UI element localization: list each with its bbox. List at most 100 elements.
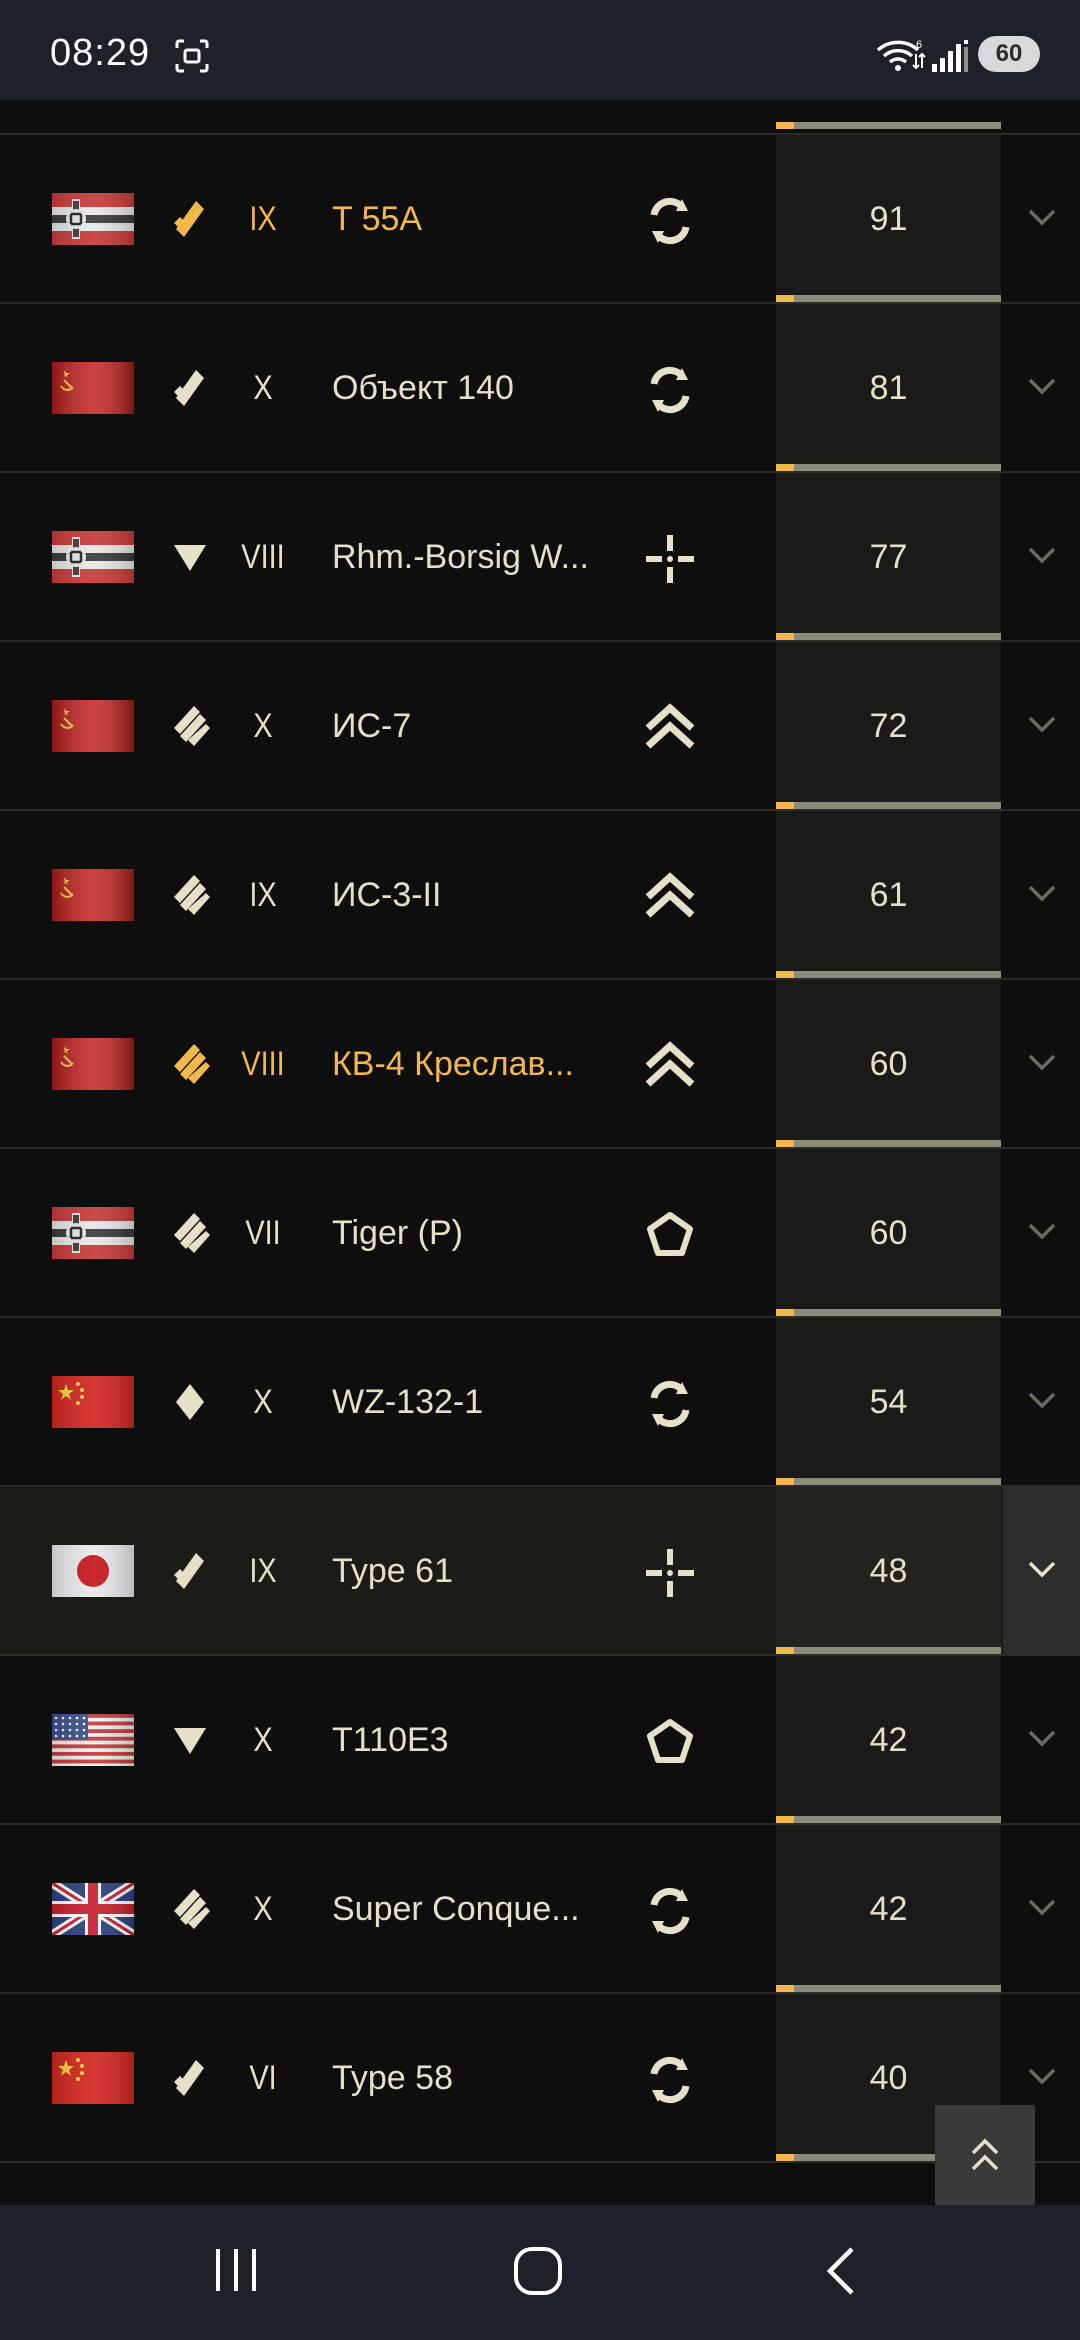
tier-label: VI (249, 2059, 277, 2097)
progress-bar (776, 1478, 1001, 1485)
chevron-down-icon (1028, 1223, 1056, 1240)
vehicle-name: Объект 140 (332, 369, 514, 407)
expand-button[interactable] (1003, 135, 1080, 302)
tier-label: X (253, 707, 273, 745)
expand-button[interactable] (1003, 1318, 1080, 1485)
heavy-tank-icon (168, 1042, 212, 1086)
score-value: 60 (869, 1045, 908, 1083)
vehicle-name: Type 58 (332, 2059, 453, 2097)
score-cell: 60 (776, 1149, 1001, 1316)
universal-role-icon (644, 364, 696, 416)
vehicle-name: ИС-3-II (332, 876, 442, 914)
list-top-edge (0, 100, 1080, 135)
chevron-down-icon (1028, 378, 1056, 395)
chevron-down-icon (1028, 1561, 1056, 1578)
chevron-down-icon (1028, 209, 1056, 226)
table-row[interactable]: IX T 55A 91 (0, 135, 1080, 304)
table-row[interactable]: VI Type 58 40 (0, 1994, 1080, 2163)
progress-fill (776, 633, 794, 640)
expand-button[interactable] (1003, 1487, 1080, 1654)
vehicle-name: T110E3 (332, 1721, 449, 1759)
score-cell: 60 (776, 980, 1001, 1147)
medium-tank-icon (168, 2056, 212, 2100)
double-chevron-up-icon (971, 2138, 999, 2171)
tier-label: IX (249, 1552, 277, 1590)
vehicle-name: Tiger (P) (332, 1214, 463, 1252)
heavy-tank-icon (168, 1211, 212, 1255)
chevron-down-icon (1028, 2068, 1056, 2085)
expand-button[interactable] (1003, 642, 1080, 809)
table-row[interactable]: IX ИС-3-II 61 (0, 811, 1080, 980)
vehicle-name: ИС-7 (332, 707, 412, 745)
scroll-to-top-button[interactable] (935, 2105, 1035, 2205)
tank-destroyer-icon (168, 1718, 212, 1762)
tier-label: IX (249, 200, 277, 238)
expand-button[interactable] (1003, 980, 1080, 1147)
heavy-tank-icon (168, 873, 212, 917)
flag-germany-icon (52, 531, 134, 583)
flag-ussr-icon (52, 1038, 134, 1090)
vehicle-list[interactable]: IX T 55A 91 X Объект 140 81 VIII Rhm.-Borsig W.… (0, 100, 1080, 2205)
progress-bar (776, 295, 1001, 302)
score-cell: 42 (776, 1825, 1001, 1992)
progress-bar (776, 464, 1001, 471)
flag-germany-icon (52, 1207, 134, 1259)
sniper-role-icon (644, 1547, 696, 1599)
score-value: 60 (869, 1214, 908, 1252)
expand-button[interactable] (1003, 473, 1080, 640)
expand-button[interactable] (1003, 1149, 1080, 1316)
tier-label: X (253, 1383, 273, 1421)
tier-label: X (253, 369, 273, 407)
expand-button[interactable] (1003, 811, 1080, 978)
vehicle-name: T 55A (332, 200, 423, 238)
table-row[interactable]: X T110E3 42 (0, 1656, 1080, 1825)
universal-role-icon (644, 2054, 696, 2106)
assault-role-icon (644, 702, 696, 754)
score-value: 42 (869, 1721, 908, 1759)
table-row[interactable]: VII Tiger (P) 60 (0, 1149, 1080, 1318)
flag-ussr-icon (52, 362, 134, 414)
status-bar: 08:29 6 60 (0, 0, 1080, 100)
progress-bar (776, 802, 1001, 809)
score-cell: 72 (776, 642, 1001, 809)
flag-ussr-icon (52, 700, 134, 752)
table-row[interactable]: IX Type 61 48 (0, 1487, 1080, 1656)
table-row[interactable]: VIII Rhm.-Borsig W... 77 (0, 473, 1080, 642)
progress-bar (776, 1140, 1001, 1147)
expand-button[interactable] (1003, 1825, 1080, 1992)
expand-button[interactable] (1003, 304, 1080, 471)
score-cell: 42 (776, 1656, 1001, 1823)
progress-fill (776, 1478, 794, 1485)
tier-label: X (253, 1890, 273, 1928)
light-tank-icon (168, 1380, 212, 1424)
progress-fill (776, 1647, 794, 1654)
universal-role-icon (644, 195, 696, 247)
table-row[interactable]: X ИС-7 72 (0, 642, 1080, 811)
defensive-role-icon (644, 1716, 696, 1768)
table-row[interactable]: X Объект 140 81 (0, 304, 1080, 473)
chevron-down-icon (1028, 547, 1056, 564)
flag-ussr-icon (52, 869, 134, 921)
recent-apps-icon[interactable] (212, 2245, 260, 2299)
screenshot-icon (174, 38, 210, 78)
medium-tank-icon (168, 197, 212, 241)
progress-bar (776, 971, 1001, 978)
score-cell: 48 (776, 1487, 1001, 1654)
svg-text:6: 6 (916, 39, 922, 51)
status-time: 08:29 (50, 32, 151, 74)
table-row[interactable]: X Super Conque... 42 (0, 1825, 1080, 1994)
universal-role-icon (644, 1885, 696, 1937)
flag-uk-icon (49, 1879, 137, 1939)
score-value: 81 (869, 369, 908, 407)
expand-button[interactable] (1003, 1656, 1080, 1823)
score-value: 77 (869, 538, 908, 576)
back-icon[interactable] (822, 2245, 858, 2301)
home-icon[interactable] (512, 2245, 564, 2301)
tier-label: VIII (241, 1045, 285, 1083)
progress-fill (776, 464, 794, 471)
vehicle-name: КВ-4 Креслав... (332, 1045, 574, 1083)
flag-usa-icon (52, 1714, 134, 1766)
table-row[interactable]: VIII КВ-4 Креслав... 60 (0, 980, 1080, 1149)
table-row[interactable]: X WZ-132-1 54 (0, 1318, 1080, 1487)
assault-role-icon (644, 1040, 696, 1092)
